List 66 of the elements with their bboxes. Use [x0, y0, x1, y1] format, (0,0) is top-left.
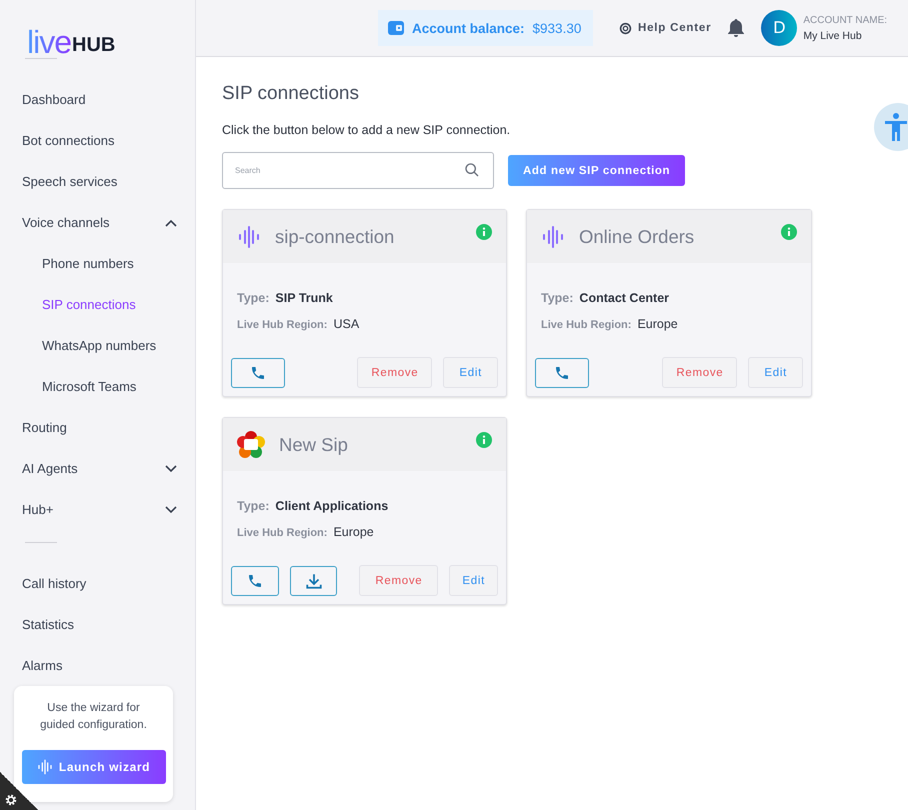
sound-wave-icon [36, 759, 53, 775]
phone-icon [554, 364, 570, 380]
phone-icon [250, 364, 266, 380]
type-value: SIP Trunk [275, 291, 333, 305]
sound-wave-icon [541, 224, 565, 248]
sidebar-item[interactable]: Microsoft Teams [0, 366, 195, 407]
user-avatar[interactable]: D [761, 10, 798, 46]
chevron-icon [165, 464, 177, 472]
region-value: Europe [333, 525, 374, 539]
chevron-icon [165, 218, 177, 226]
call-button[interactable] [231, 566, 279, 596]
wizard-text: Use the wizard for guided configuration. [39, 701, 148, 733]
region-value: USA [333, 317, 360, 331]
region-label: Live Hub Region: [237, 319, 328, 331]
sidebar-item[interactable]: WhatsApp numbers [0, 325, 195, 366]
intro-text: Click the button below to add a new SIP connection. [222, 123, 512, 137]
download-icon [304, 572, 322, 590]
accessibility-button[interactable] [874, 103, 908, 151]
type-label: Type: [237, 499, 270, 513]
type-value: Contact Center [579, 291, 670, 305]
card-title: New Sip [279, 434, 348, 456]
info-icon[interactable] [476, 224, 492, 240]
type-label: Type: [237, 291, 270, 305]
sidebar-item[interactable]: Hub+ [0, 489, 195, 530]
card-title: sip-connection [275, 226, 394, 248]
sidebar-item[interactable]: Voice channels [0, 202, 195, 243]
search-icon [464, 162, 480, 178]
search-field[interactable]: Search [222, 152, 494, 189]
call-button[interactable] [231, 358, 285, 388]
type-value: Client Applications [275, 499, 388, 513]
sidebar-item[interactable]: Call history [0, 563, 195, 604]
sidebar-item[interactable]: Speech services [0, 161, 195, 202]
balance-value: $933.30 [532, 20, 582, 36]
region-label: Live Hub Region: [541, 319, 632, 331]
sidebar-item[interactable]: Routing [0, 407, 195, 448]
accessibility-icon [884, 112, 908, 142]
sidebar-item[interactable]: Statistics [0, 604, 195, 645]
logo[interactable]: liveHUB [0, 0, 195, 58]
region-label: Live Hub Region: [237, 527, 328, 539]
add-connection-button[interactable]: Add new SIP connection [508, 155, 686, 186]
download-button[interactable] [290, 566, 338, 596]
card-title: Online Orders [579, 226, 694, 248]
bell-icon[interactable] [727, 18, 746, 38]
sidebar-item[interactable]: Bot connections [0, 120, 195, 161]
region-value: Europe [637, 317, 678, 331]
phone-icon [246, 572, 263, 588]
page-title: SIP connections [222, 83, 360, 105]
launch-wizard-button[interactable]: Launch wizard [22, 750, 166, 784]
wallet-icon [388, 21, 404, 35]
account-name: My Live Hub [803, 30, 863, 42]
chat-flower-icon [237, 430, 265, 458]
sidebar-item[interactable]: Dashboard [0, 79, 195, 120]
balance-label: Account balance: [412, 20, 525, 36]
info-icon[interactable] [781, 224, 797, 240]
sidebar-item[interactable]: SIP connections [0, 284, 195, 325]
info-icon[interactable] [476, 432, 492, 448]
help-center-link[interactable]: Help Center [619, 22, 712, 34]
call-button[interactable] [535, 358, 589, 388]
chevron-icon [165, 506, 177, 514]
sound-wave-icon [237, 224, 261, 248]
sidebar-item[interactable]: Alarms [0, 645, 195, 686]
sidebar-item[interactable]: Phone numbers [0, 243, 195, 284]
type-label: Type: [541, 291, 574, 305]
sidebar-item[interactable]: AI Agents [0, 448, 195, 489]
lifebuoy-icon [619, 22, 632, 34]
account-label: ACCOUNT NAME: [803, 14, 888, 26]
